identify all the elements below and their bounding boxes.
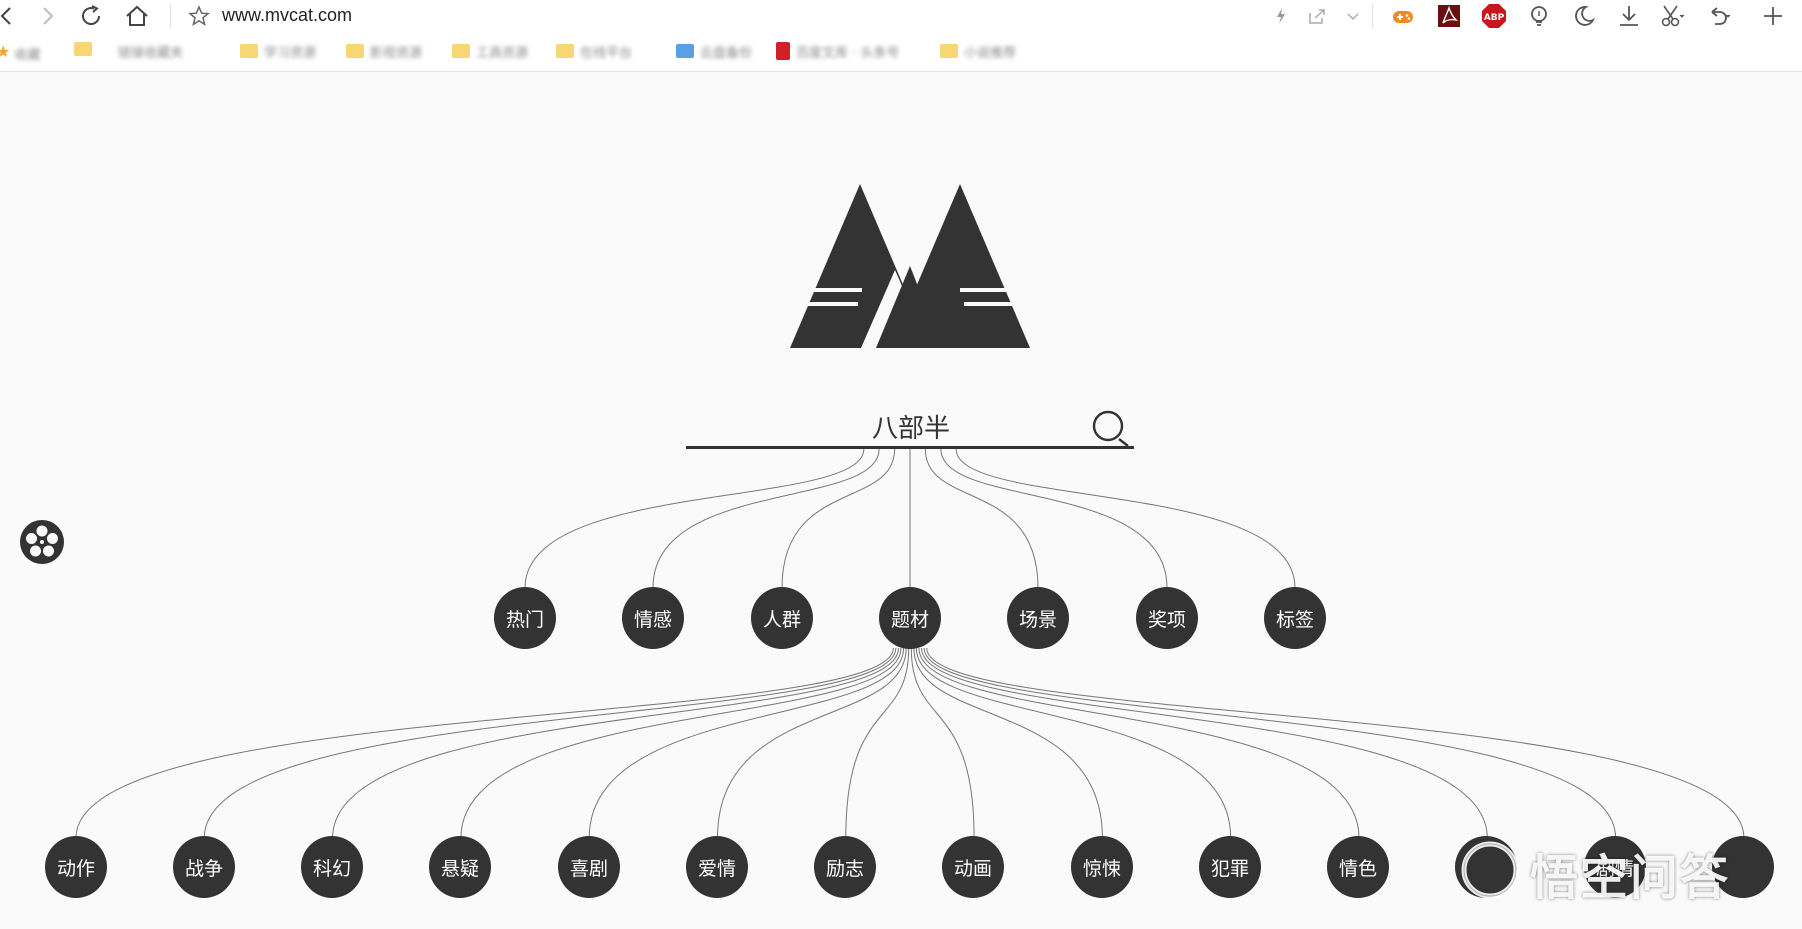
subcategory-connector <box>926 647 1745 839</box>
folder-icon <box>940 43 958 58</box>
forward-arrow-icon <box>43 7 54 25</box>
chevron-down-icon[interactable] <box>1340 3 1366 29</box>
subcategory-node[interactable]: 战争 <box>173 836 235 898</box>
bookmark-folder[interactable]: 小说推荐 <box>940 42 1016 62</box>
subcategory-node[interactable]: 动作 <box>45 836 107 898</box>
bookmark-folder[interactable]: 学习资源 <box>240 42 316 62</box>
scissors-icon[interactable] <box>1659 3 1685 29</box>
folder-icon <box>240 43 258 58</box>
bookmark-star-button[interactable] <box>186 4 212 28</box>
download-icon[interactable] <box>1616 3 1642 29</box>
search-underline <box>686 446 1134 449</box>
bookmark-item[interactable]: 云盘备份 <box>676 42 752 62</box>
bolt-icon[interactable] <box>1268 3 1294 29</box>
undo-icon[interactable] <box>1706 3 1732 29</box>
category-node[interactable]: 标签 <box>1264 587 1326 649</box>
subcategory-connector <box>923 647 1617 839</box>
subcategory-connector <box>460 647 902 839</box>
back-arrow-icon <box>0 7 11 25</box>
category-node[interactable]: 热门 <box>494 587 556 649</box>
bookmark-folder[interactable]: 影视资源 <box>346 42 422 62</box>
subcategory-node[interactable]: 爱情 <box>686 836 748 898</box>
cloud-icon <box>676 43 694 58</box>
subcategory-node[interactable] <box>1455 836 1517 898</box>
subcategory-node[interactable]: 科幻 <box>301 836 363 898</box>
forward-button[interactable] <box>34 4 60 28</box>
browser-toolbar: www.mvcat.com ABP <box>0 0 1802 31</box>
subcategory-connector <box>921 647 1488 839</box>
subcategory-node[interactable]: 喜剧 <box>558 836 620 898</box>
bookmark-folder[interactable] <box>74 41 98 62</box>
folder-icon <box>556 43 574 58</box>
bookmark-folder[interactable]: 在线平台 <box>556 42 632 62</box>
category-connector <box>924 448 1039 589</box>
folder-icon <box>74 41 92 56</box>
subcategory-connector <box>332 647 899 839</box>
bookmarks-bar: ★ 收藏 链接收藏夹 学习资源 影视资源 工具资源 在线平台 云盘备份 百度文库… <box>0 31 1802 72</box>
watermark-text: 悟空问答 <box>1530 850 1731 906</box>
subcategory-node[interactable]: 动画 <box>942 836 1004 898</box>
toolbar-divider <box>1372 4 1373 28</box>
bookmark-item[interactable]: ★ 收藏 <box>0 42 41 63</box>
category-connector <box>781 448 896 589</box>
toolbar-divider <box>170 4 171 28</box>
adblock-icon[interactable]: ABP <box>1481 3 1507 29</box>
subcategory-connector <box>588 647 905 839</box>
category-node[interactable]: 情感 <box>622 587 684 649</box>
share-icon[interactable] <box>1304 3 1330 29</box>
subcategory-connector <box>203 647 897 839</box>
bookmark-item[interactable]: 百度文库 · 头条号 <box>776 41 899 62</box>
category-connector <box>955 448 1296 589</box>
adblock-label: ABP <box>1484 13 1505 23</box>
folder-icon <box>346 43 364 58</box>
subcategory-connector <box>918 647 1360 839</box>
address-bar[interactable]: www.mvcat.com <box>222 5 352 26</box>
category-node[interactable]: 人群 <box>751 587 813 649</box>
subcategory-node[interactable]: 励志 <box>814 836 876 898</box>
back-button[interactable] <box>0 4 20 28</box>
reload-button[interactable] <box>79 4 105 28</box>
folder-icon <box>452 43 470 58</box>
film-reel-icon[interactable] <box>18 518 66 566</box>
gamepad-icon[interactable] <box>1390 3 1416 29</box>
mvcat-logo <box>790 184 1030 348</box>
subcategory-connector <box>913 647 1103 839</box>
bookmark-folder[interactable]: 工具资源 <box>452 42 528 62</box>
category-node[interactable]: 场景 <box>1007 587 1069 649</box>
subcategory-node[interactable]: 犯罪 <box>1199 836 1261 898</box>
subcategory-connector <box>717 647 907 839</box>
subcategory-node[interactable]: 情色 <box>1327 836 1389 898</box>
tree-connectors <box>75 448 1745 839</box>
star-icon <box>188 5 210 27</box>
home-button[interactable] <box>124 4 150 28</box>
home-icon <box>126 5 148 26</box>
reload-icon <box>82 5 100 25</box>
plus-icon[interactable] <box>1760 3 1786 29</box>
subcategory-connector <box>845 647 910 839</box>
search-input[interactable]: 八部半 <box>686 408 1136 445</box>
category-connector <box>652 448 880 589</box>
subcategory-connector <box>915 647 1232 839</box>
bookmark-item[interactable]: 链接收藏夹 <box>118 42 183 62</box>
bulb-icon[interactable] <box>1526 3 1552 29</box>
baidu-icon <box>776 41 790 60</box>
category-node[interactable]: 题材 <box>879 587 941 649</box>
pdf-icon[interactable] <box>1436 3 1462 29</box>
moon-icon[interactable] <box>1571 3 1597 29</box>
star-icon: ★ <box>0 42 11 61</box>
category-connector <box>940 448 1168 589</box>
subcategory-node[interactable]: 悬疑 <box>429 836 491 898</box>
subcategory-connector <box>910 647 975 839</box>
category-connector <box>524 448 865 589</box>
search-icon[interactable] <box>1090 408 1134 452</box>
category-node[interactable]: 奖项 <box>1136 587 1198 649</box>
subcategory-connector <box>75 647 894 839</box>
subcategory-node[interactable]: 惊悚 <box>1071 836 1133 898</box>
